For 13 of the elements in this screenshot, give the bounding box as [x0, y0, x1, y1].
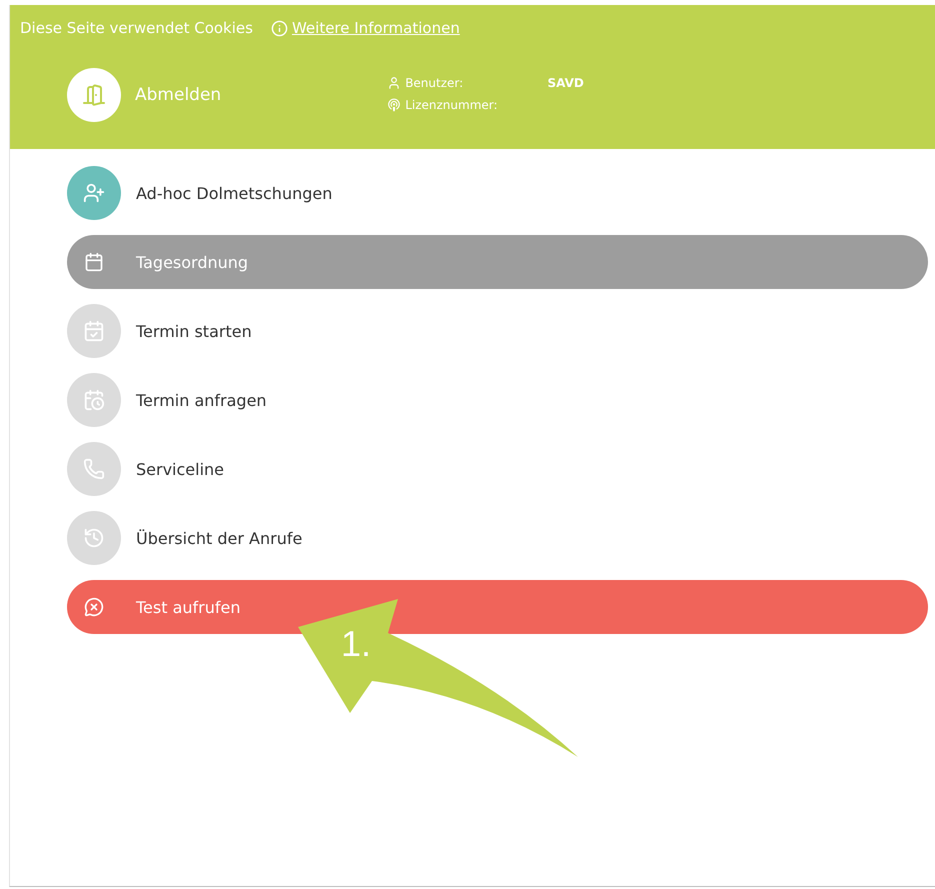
menu-item[interactable]: Termin starten: [67, 304, 928, 358]
door-icon: [67, 68, 121, 122]
cookie-notice: Diese Seite verwendet Cookies: [20, 19, 253, 37]
license-label: Lizenznummer:: [387, 98, 498, 112]
user-value: SAVD: [548, 76, 584, 90]
menu-item[interactable]: Ad-hoc Dolmetschungen: [67, 166, 928, 220]
menu-item[interactable]: Termin anfragen: [67, 373, 928, 427]
info-icon: [270, 20, 288, 36]
menu-item[interactable]: Serviceline: [67, 442, 928, 496]
user-label: Benutzer:: [387, 76, 498, 90]
user-icon: [387, 76, 402, 90]
menu-item[interactable]: Übersicht der Anrufe: [67, 511, 928, 565]
badge-icon: [387, 98, 402, 112]
